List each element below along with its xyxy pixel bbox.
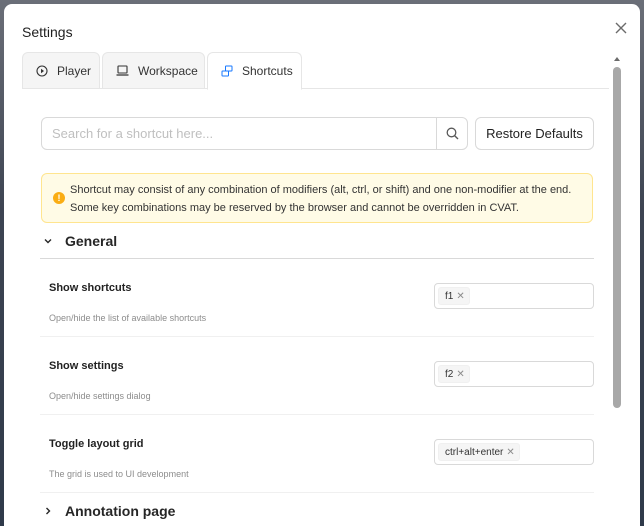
group-title: Annotation page bbox=[65, 503, 176, 519]
group-title: General bbox=[65, 233, 118, 249]
tab-label: Shortcuts bbox=[242, 64, 293, 78]
close-icon bbox=[615, 22, 627, 34]
chevron-right-icon bbox=[46, 507, 51, 515]
settings-tabs: Player Workspace Shortcuts bbox=[22, 52, 609, 90]
modal-title: Settings bbox=[22, 24, 73, 40]
chevron-down-icon bbox=[44, 239, 52, 244]
remove-key-icon[interactable]: ✕ bbox=[456, 369, 464, 380]
tab-workspace[interactable]: Workspace bbox=[102, 52, 205, 89]
settings-modal: Settings Player Workspace Shortcuts Sear… bbox=[4, 4, 640, 526]
search-button[interactable] bbox=[436, 117, 468, 150]
search-row: Restore Defaults bbox=[41, 117, 594, 150]
play-circle-icon bbox=[36, 64, 48, 77]
shortcut-key-input[interactable]: f2 ✕ bbox=[434, 361, 594, 387]
shortcuts-panel: Restore Defaults ! Shortcut may consist … bbox=[40, 100, 600, 526]
shortcut-name: Toggle layout grid bbox=[49, 438, 144, 450]
key-tag: f2 ✕ bbox=[438, 365, 470, 383]
search-icon bbox=[446, 127, 458, 140]
shortcut-key-input[interactable]: f1 ✕ bbox=[434, 283, 594, 309]
tab-label: Player bbox=[57, 63, 92, 78]
shortcut-info-alert: ! Shortcut may consist of any combinatio… bbox=[41, 173, 593, 223]
vertical-scrollbar[interactable] bbox=[611, 55, 623, 526]
shortcut-row: Show shortcuts Open/hide the list of ava… bbox=[40, 259, 594, 337]
scroll-up-arrow-icon[interactable] bbox=[613, 55, 621, 63]
shortcut-name: Show shortcuts bbox=[49, 282, 132, 294]
tab-label: Workspace bbox=[138, 63, 198, 78]
key-tag-label: f2 bbox=[445, 368, 454, 380]
close-button[interactable] bbox=[612, 19, 630, 37]
scrollbar-thumb[interactable] bbox=[613, 67, 621, 408]
shortcut-name: Show settings bbox=[49, 360, 124, 372]
shortcut-key-input[interactable]: ctrl+alt+enter ✕ bbox=[434, 439, 594, 465]
group-annotation-page-header[interactable]: Annotation page bbox=[40, 497, 594, 525]
shortcut-description: Open/hide the list of available shortcut… bbox=[49, 313, 207, 323]
restore-defaults-button[interactable]: Restore Defaults bbox=[475, 117, 594, 150]
key-tag-label: f1 bbox=[445, 290, 454, 302]
exclamation-icon: ! bbox=[53, 192, 65, 204]
shortcut-description: Open/hide settings dialog bbox=[49, 391, 151, 401]
search-input[interactable] bbox=[41, 117, 437, 150]
alert-text: Shortcut may consist of any combination … bbox=[70, 184, 572, 214]
tab-player[interactable]: Player bbox=[22, 52, 100, 89]
shortcut-keys-icon bbox=[221, 65, 233, 77]
key-tag: ctrl+alt+enter ✕ bbox=[438, 443, 520, 461]
tab-shortcuts[interactable]: Shortcuts bbox=[207, 52, 302, 90]
key-tag-label: ctrl+alt+enter bbox=[445, 446, 504, 458]
laptop-icon bbox=[116, 65, 129, 76]
group-general-header[interactable]: General bbox=[40, 227, 594, 255]
shortcut-row: Show settings Open/hide settings dialog … bbox=[40, 337, 594, 415]
shortcut-description: The grid is used to UI development bbox=[49, 469, 189, 479]
shortcut-row: Toggle layout grid The grid is used to U… bbox=[40, 415, 594, 493]
remove-key-icon[interactable]: ✕ bbox=[506, 447, 514, 458]
remove-key-icon[interactable]: ✕ bbox=[456, 291, 464, 302]
key-tag: f1 ✕ bbox=[438, 287, 470, 305]
